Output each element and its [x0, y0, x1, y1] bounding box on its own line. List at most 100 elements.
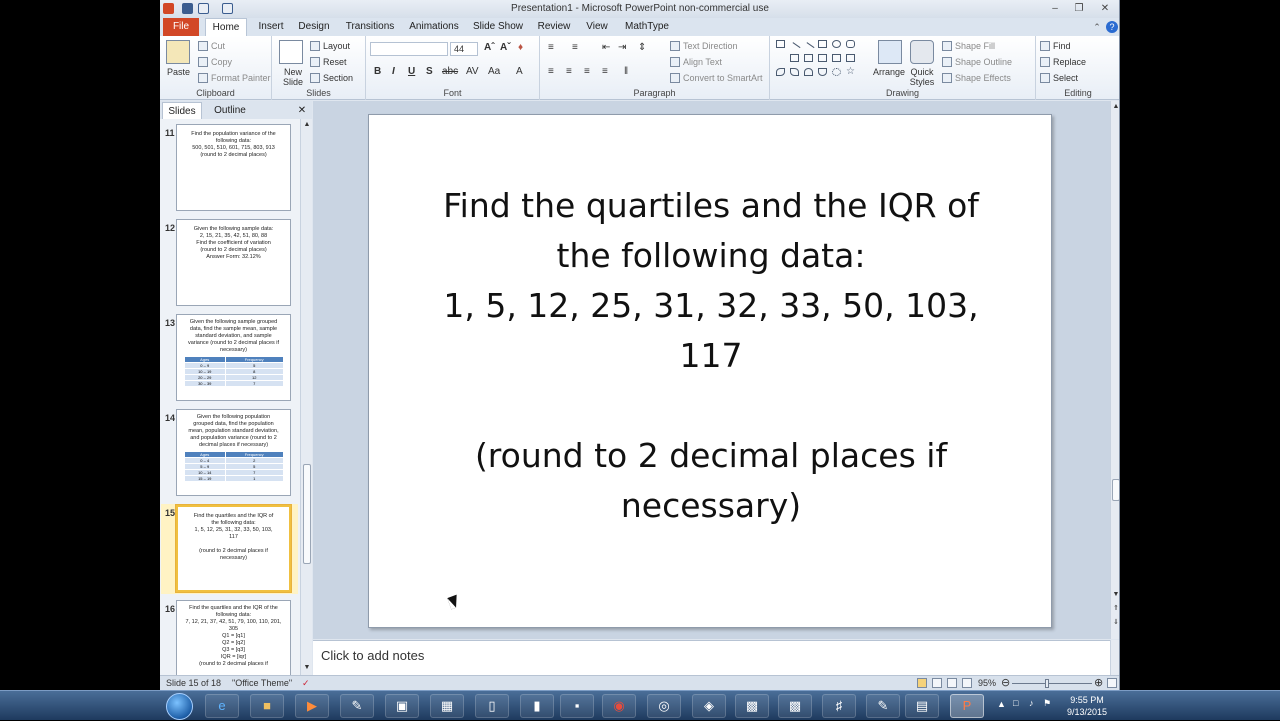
section-button[interactable]: Section [310, 73, 353, 83]
current-slide[interactable]: Find the quartiles and the IQR of the fo… [368, 114, 1052, 628]
char-spacing-icon[interactable]: AV [466, 66, 479, 77]
chrome-icon[interactable]: ◉ [602, 694, 636, 718]
zoom-in-icon[interactable]: ⊕ [1094, 676, 1103, 689]
file-explorer-icon[interactable]: ■ [250, 694, 284, 718]
select-button[interactable]: Select [1040, 73, 1078, 83]
tab-mathtype[interactable]: MathType [622, 18, 672, 36]
bullets-icon[interactable]: ≡ [548, 42, 554, 53]
device-icon[interactable]: ▯ [475, 694, 509, 718]
spellcheck-icon[interactable]: ✓ [302, 678, 310, 689]
tab-view[interactable]: View [580, 18, 614, 36]
calculator-icon[interactable]: ▦ [430, 694, 464, 718]
bracket-shape-icon[interactable] [832, 68, 841, 76]
arrange-icon[interactable] [878, 40, 902, 64]
scroll-thumb[interactable] [1112, 479, 1119, 501]
tab-review[interactable]: Review [534, 18, 574, 36]
shape-effects-button[interactable]: Shape Effects [942, 73, 1011, 83]
app-icon-5[interactable]: ▣ [385, 694, 419, 718]
arrow-shape-icon[interactable] [802, 42, 815, 54]
format-painter-button[interactable]: Format Painter [198, 73, 271, 83]
notepad-icon[interactable]: ▤ [905, 694, 939, 718]
normal-view-icon[interactable] [917, 678, 927, 688]
arrow-right-shape-icon[interactable] [818, 54, 827, 62]
tab-home[interactable]: Home [205, 18, 247, 36]
arrow-down-shape-icon[interactable] [832, 54, 841, 62]
restore-icon[interactable]: ❐ [1068, 2, 1090, 15]
scroll-up-icon[interactable]: ▲ [303, 121, 311, 129]
triangle-shape-icon[interactable] [776, 54, 785, 62]
tab-transitions[interactable]: Transitions [342, 18, 398, 36]
quick-styles-icon[interactable] [910, 40, 934, 64]
decrease-indent-icon[interactable]: ⇤ [602, 42, 610, 53]
find-button[interactable]: Find [1040, 41, 1071, 51]
columns-icon[interactable]: ‖ [624, 66, 628, 77]
slide-sorter-icon[interactable] [932, 678, 942, 688]
bold-icon[interactable]: B [374, 66, 381, 77]
scroll-thumb[interactable] [303, 464, 311, 564]
zoom-level[interactable]: 95% [978, 678, 996, 688]
text-direction-button[interactable]: Text Direction [670, 41, 738, 51]
app-icon-12[interactable]: ◈ [692, 694, 726, 718]
slide-thumbnail[interactable]: Find the population variance of the foll… [176, 124, 291, 211]
zoom-slider-knob[interactable] [1045, 679, 1049, 688]
next-slide-icon[interactable]: ⇓ [1112, 619, 1119, 627]
scroll-up-icon[interactable]: ▲ [1112, 103, 1119, 111]
tab-insert[interactable]: Insert [252, 18, 290, 36]
tab-design[interactable]: Design [294, 18, 334, 36]
replace-button[interactable]: Replace [1040, 57, 1086, 67]
increase-indent-icon[interactable]: ⇥ [618, 42, 626, 53]
curve-shape-icon[interactable] [776, 68, 785, 76]
slide-thumbnail[interactable]: Given the following sample grouped data,… [176, 314, 291, 401]
slide-show-icon[interactable] [962, 678, 972, 688]
strikethrough-icon[interactable]: abc [442, 66, 458, 77]
align-center-icon[interactable]: ≡ [566, 66, 572, 77]
underline-icon[interactable]: U [408, 66, 415, 77]
oval-shape-icon[interactable] [832, 40, 841, 48]
rectangle-shape-icon[interactable] [818, 40, 827, 48]
minimize-icon[interactable]: – [1044, 2, 1066, 15]
volume-icon[interactable]: ♪ [1029, 698, 1034, 708]
shapes-gallery[interactable]: ☆ [776, 40, 868, 80]
audio-device-icon[interactable]: ▪ [560, 694, 594, 718]
start-button[interactable] [166, 693, 193, 720]
font-name-box[interactable] [370, 42, 448, 56]
textbox-shape-icon[interactable] [776, 40, 785, 48]
align-text-button[interactable]: Align Text [670, 57, 722, 67]
line-spacing-icon[interactable]: ⇕ [638, 42, 646, 53]
copy-button[interactable]: Copy [198, 57, 232, 67]
webcam-icon[interactable]: ◎ [647, 694, 681, 718]
close-pane-icon[interactable]: ✕ [296, 102, 308, 119]
arrange-button[interactable]: Arrange [873, 67, 905, 77]
tab-slides[interactable]: Slides [162, 102, 202, 119]
paste-icon[interactable] [166, 40, 190, 64]
tab-slide-show[interactable]: Slide Show [470, 18, 526, 36]
tab-file[interactable]: File [163, 18, 199, 36]
shape-fill-button[interactable]: Shape Fill [942, 41, 995, 51]
previous-slide-icon[interactable]: ⇑ [1112, 605, 1119, 613]
font-size-box[interactable]: 44 [450, 42, 478, 56]
network-icon[interactable]: ▩ [735, 694, 769, 718]
elbow-shape-icon[interactable] [790, 54, 799, 62]
media-player-icon[interactable]: ▶ [295, 694, 329, 718]
theme-name[interactable]: "Office Theme" [232, 678, 292, 688]
brace-shape-icon[interactable] [818, 68, 827, 76]
notes-placeholder[interactable]: Click to add notes [321, 648, 424, 663]
cut-button[interactable]: Cut [198, 41, 225, 51]
close-icon[interactable]: ✕ [1094, 2, 1116, 15]
collapse-ribbon-icon[interactable]: ⌃ [1091, 21, 1103, 33]
zoom-out-icon[interactable]: ⊖ [1001, 676, 1010, 689]
numbering-icon[interactable]: ≡ [572, 42, 578, 53]
scroll-down-icon[interactable]: ▼ [1112, 591, 1119, 599]
notes-pane[interactable]: Click to add notes [313, 640, 1110, 675]
tab-animations[interactable]: Animations [406, 18, 462, 36]
reset-button[interactable]: Reset [310, 57, 347, 67]
shadow-icon[interactable]: S [426, 66, 433, 77]
slide-thumbnail[interactable]: Given the following sample data: 2, 15, … [176, 219, 291, 306]
new-slide-icon[interactable] [279, 40, 303, 64]
clear-formatting-icon[interactable]: ♦ [518, 42, 523, 53]
slides-pane-scrollbar[interactable]: ▲ ▼ [300, 119, 312, 675]
fit-to-window-icon[interactable] [1107, 678, 1117, 688]
connector-shape-icon[interactable] [804, 54, 813, 62]
shrink-font-icon[interactable]: Aˇ [500, 42, 511, 53]
clock[interactable]: 9:55 PM 9/13/2015 [1057, 694, 1117, 718]
